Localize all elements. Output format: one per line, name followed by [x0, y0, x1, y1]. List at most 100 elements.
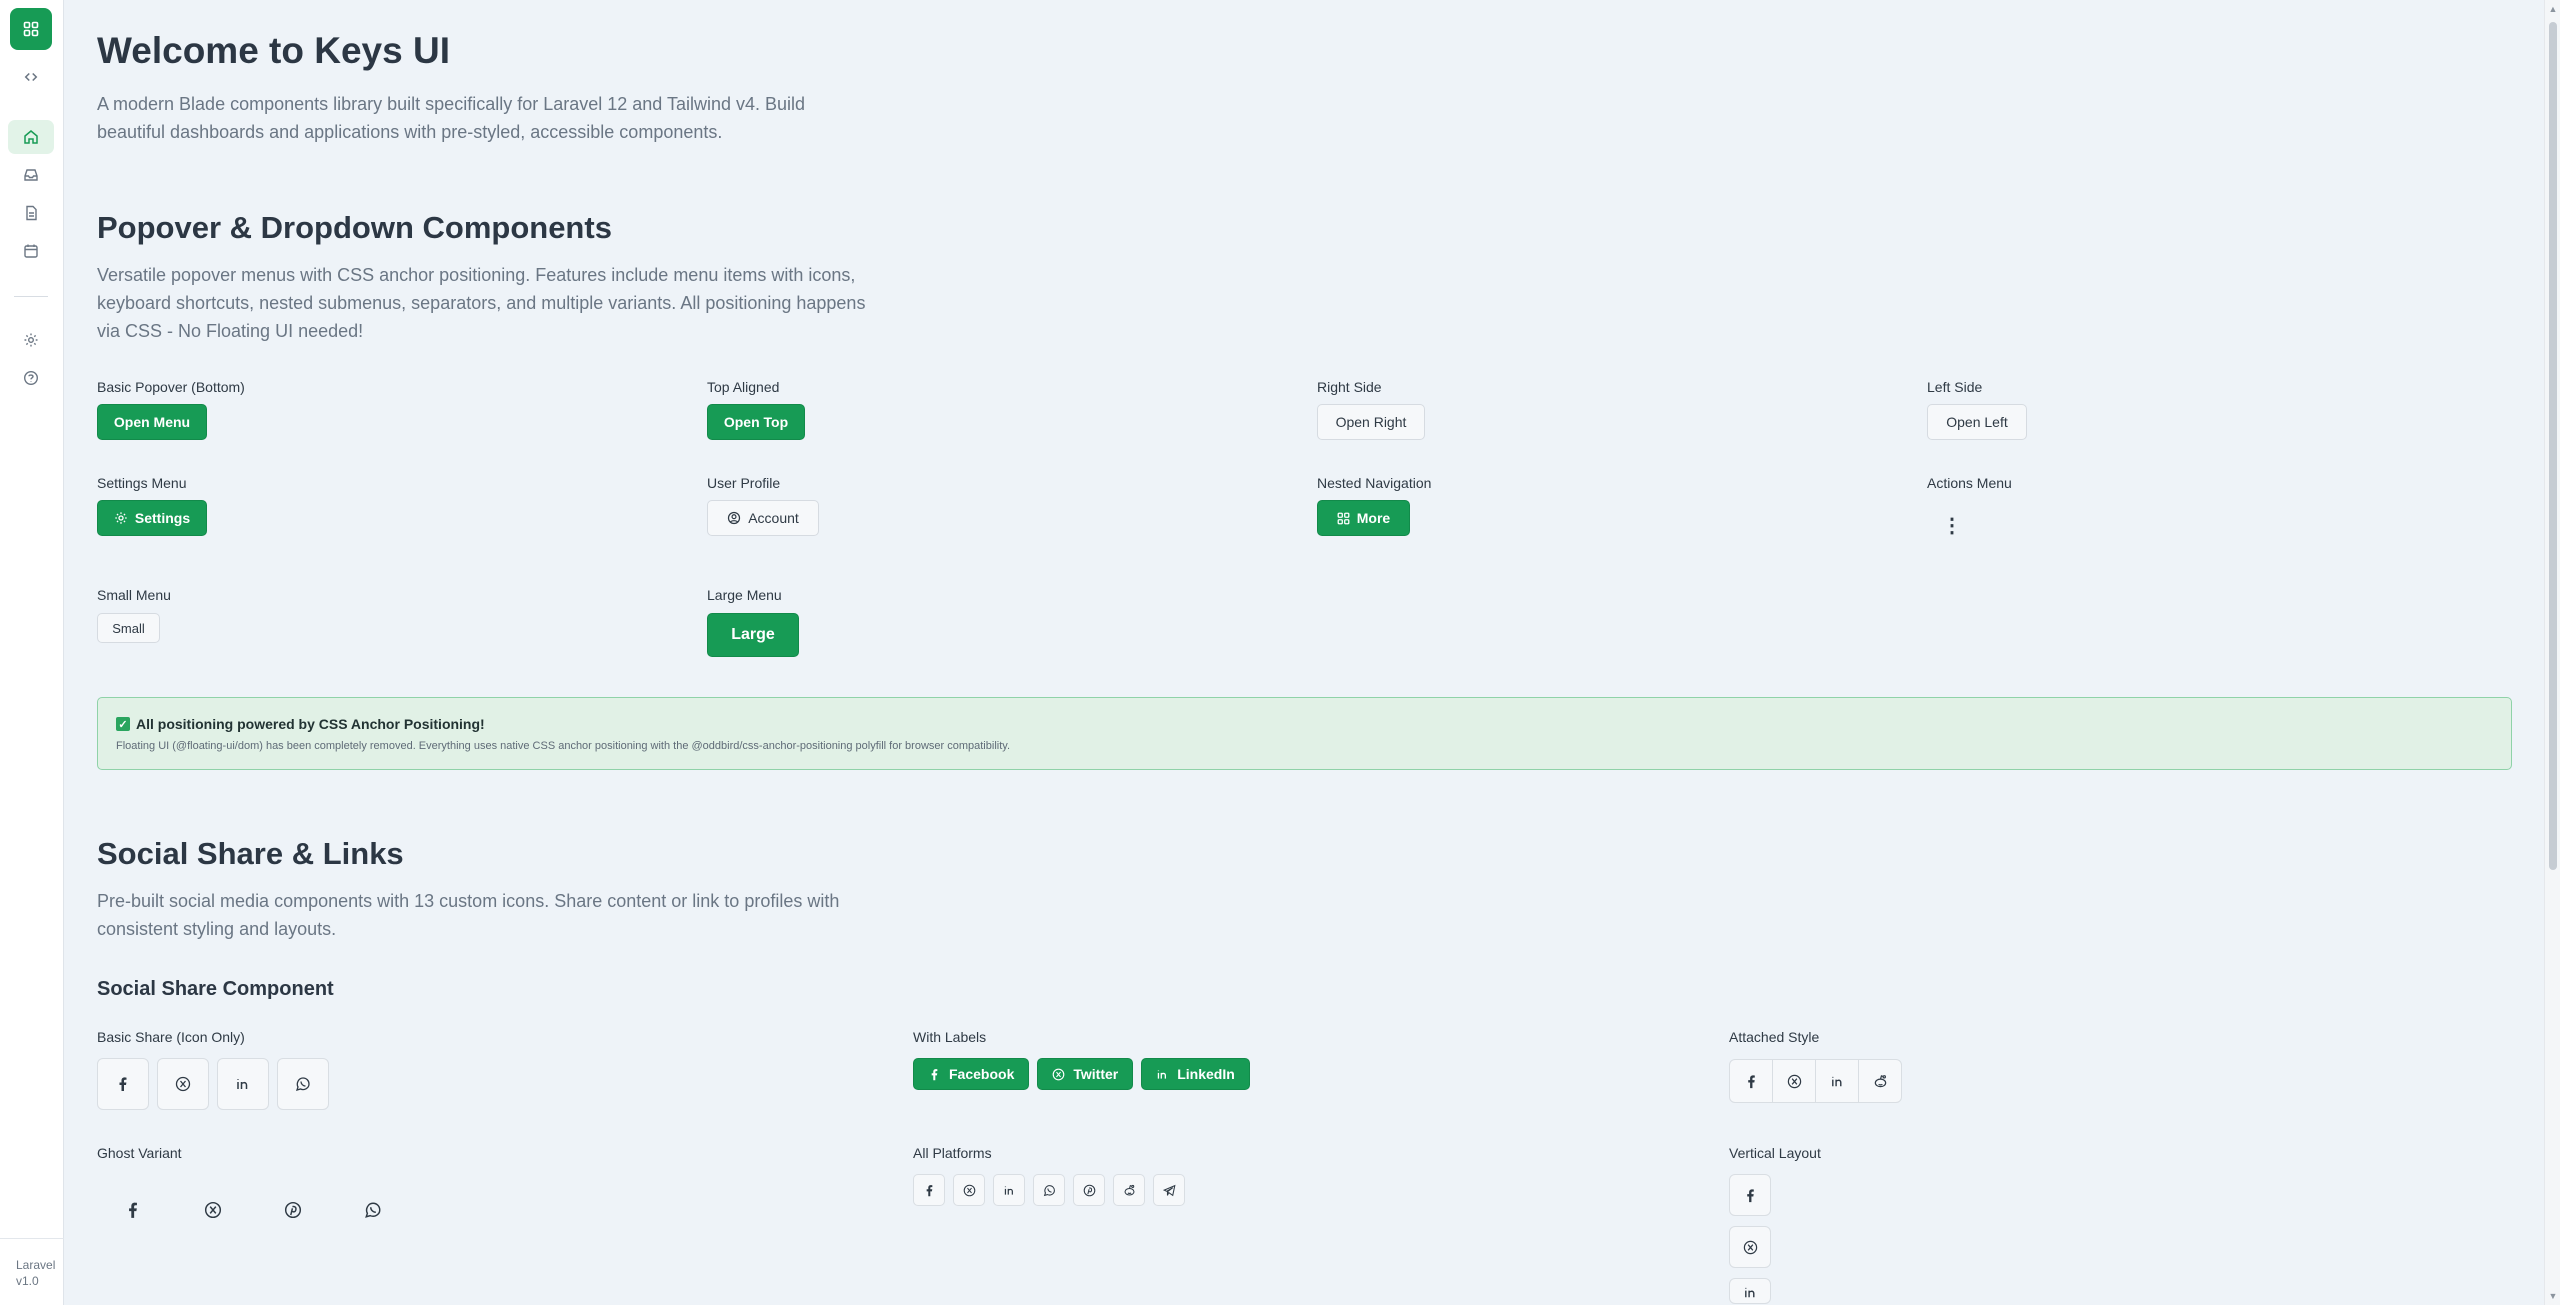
x-icon: [1743, 1240, 1758, 1255]
actions-kebab-button[interactable]: ⋮: [1937, 507, 1967, 543]
user-circle-icon: [727, 511, 741, 525]
share-twitter-labeled-button[interactable]: Twitter: [1037, 1058, 1134, 1090]
share-linkedin-button[interactable]: [217, 1058, 269, 1110]
vertical-share-group: [1729, 1174, 1771, 1305]
left-side-label: Left Side: [1927, 379, 1983, 395]
basic-share-label: Basic Share (Icon Only): [97, 1029, 245, 1045]
scroll-down-icon[interactable]: ▼: [2548, 1291, 2558, 1301]
user-profile-label: User Profile: [707, 475, 781, 491]
small-button[interactable]: Small: [97, 613, 160, 643]
x-icon: [204, 1201, 222, 1219]
facebook-icon: [928, 1068, 941, 1081]
large-button[interactable]: Large: [707, 613, 799, 657]
open-menu-button[interactable]: Open Menu: [97, 404, 207, 440]
nested-navigation-label: Nested Navigation: [1317, 475, 1432, 491]
facebook-icon: [923, 1184, 936, 1197]
small-menu-label: Small Menu: [97, 587, 171, 603]
vertical-layout-label: Vertical Layout: [1729, 1145, 1821, 1161]
more-button[interactable]: More: [1317, 500, 1410, 536]
share-facebook-ghost-button[interactable]: [97, 1174, 169, 1246]
popover-section-title: Popover & Dropdown Components: [97, 210, 612, 245]
open-top-button[interactable]: Open Top: [707, 404, 805, 440]
scroll-up-icon[interactable]: ▲: [2548, 4, 2558, 14]
share-facebook-labeled-button[interactable]: Facebook: [913, 1058, 1030, 1090]
document-icon: [23, 205, 39, 221]
checkbox-icon: ✓: [116, 717, 130, 731]
settings-button-label: Settings: [134, 510, 191, 526]
open-left-button[interactable]: Open Left: [1927, 404, 2027, 440]
sidebar: Laravel v1.0: [0, 0, 64, 1305]
share-whatsapp-button[interactable]: [277, 1058, 329, 1110]
share-x-vertical-button[interactable]: [1729, 1226, 1771, 1268]
share-facebook-vertical-button[interactable]: [1729, 1174, 1771, 1216]
callout-title-text: All positioning powered by CSS Anchor Po…: [136, 716, 485, 732]
account-button[interactable]: Account: [707, 500, 819, 536]
attached-share-group: [1729, 1059, 1902, 1103]
share-reddit-small-button[interactable]: [1113, 1174, 1145, 1206]
sidebar-item-home[interactable]: [8, 120, 54, 154]
share-linkedin-labeled-button[interactable]: LinkedIn: [1141, 1058, 1250, 1090]
basic-popover-label: Basic Popover (Bottom): [97, 379, 245, 395]
pinterest-icon: [1083, 1184, 1096, 1197]
share-whatsapp-small-button[interactable]: [1033, 1174, 1065, 1206]
home-icon: [23, 129, 39, 145]
linkedin-icon: [1743, 1285, 1758, 1300]
open-right-button[interactable]: Open Right: [1317, 404, 1425, 440]
share-whatsapp-ghost-button[interactable]: [337, 1174, 409, 1246]
footer-version: v1.0: [16, 1274, 39, 1288]
grid-icon: [23, 21, 39, 37]
more-button-label: More: [1356, 510, 1391, 526]
sidebar-item-help[interactable]: [8, 361, 54, 395]
vertical-scrollbar[interactable]: ▲ ▼: [2544, 0, 2560, 1305]
linkedin-icon: [1830, 1074, 1845, 1089]
facebook-icon: [1744, 1074, 1759, 1089]
share-x-attached-button[interactable]: [1772, 1059, 1816, 1103]
social-section-title: Social Share & Links: [97, 836, 404, 871]
main-content: Welcome to Keys UI A modern Blade compon…: [64, 0, 2544, 1305]
large-menu-label: Large Menu: [707, 587, 782, 603]
calendar-icon: [23, 243, 39, 259]
social-share-component-title: Social Share Component: [97, 978, 334, 1000]
scrollbar-thumb[interactable]: [2549, 22, 2557, 870]
reddit-icon: [1123, 1184, 1136, 1197]
labeled-share-group: Facebook Twitter LinkedIn: [913, 1058, 1258, 1090]
x-icon: [963, 1184, 976, 1197]
basic-share-group: [97, 1058, 337, 1110]
gear-icon: [114, 511, 128, 525]
footer-app-name: Laravel: [16, 1258, 56, 1272]
share-x-button[interactable]: [157, 1058, 209, 1110]
share-linkedin-attached-button[interactable]: [1815, 1059, 1859, 1103]
share-pinterest-small-button[interactable]: [1073, 1174, 1105, 1206]
sidebar-item-documents[interactable]: [8, 196, 54, 230]
inbox-icon: [23, 167, 39, 183]
share-facebook-button[interactable]: [97, 1058, 149, 1110]
help-icon: [23, 370, 39, 386]
sidebar-item-settings[interactable]: [8, 323, 54, 357]
whatsapp-icon: [364, 1201, 382, 1219]
sidebar-item-inbox[interactable]: [8, 158, 54, 192]
share-reddit-attached-button[interactable]: [1858, 1059, 1902, 1103]
share-facebook-attached-button[interactable]: [1729, 1059, 1773, 1103]
share-x-small-button[interactable]: [953, 1174, 985, 1206]
share-pinterest-ghost-button[interactable]: [257, 1174, 329, 1246]
app-logo[interactable]: [10, 8, 52, 50]
linkedin-icon: [1156, 1068, 1169, 1081]
right-side-label: Right Side: [1317, 379, 1382, 395]
facebook-icon: [124, 1201, 142, 1219]
sidebar-item-calendar[interactable]: [8, 234, 54, 268]
telegram-icon: [1162, 1184, 1176, 1197]
all-platforms-label: All Platforms: [913, 1145, 992, 1161]
share-facebook-small-button[interactable]: [913, 1174, 945, 1206]
share-linkedin-vertical-button[interactable]: [1729, 1278, 1771, 1304]
grid-icon: [1337, 512, 1350, 525]
code-icon: [24, 70, 38, 84]
share-x-ghost-button[interactable]: [177, 1174, 249, 1246]
whatsapp-icon: [295, 1076, 311, 1092]
settings-button[interactable]: Settings: [97, 500, 207, 536]
with-labels-label: With Labels: [913, 1029, 987, 1045]
top-aligned-label: Top Aligned: [707, 379, 780, 395]
sidebar-toggle-button[interactable]: [8, 60, 54, 94]
share-telegram-small-button[interactable]: [1153, 1174, 1185, 1206]
share-linkedin-small-button[interactable]: [993, 1174, 1025, 1206]
attached-style-label: Attached Style: [1729, 1029, 1820, 1045]
